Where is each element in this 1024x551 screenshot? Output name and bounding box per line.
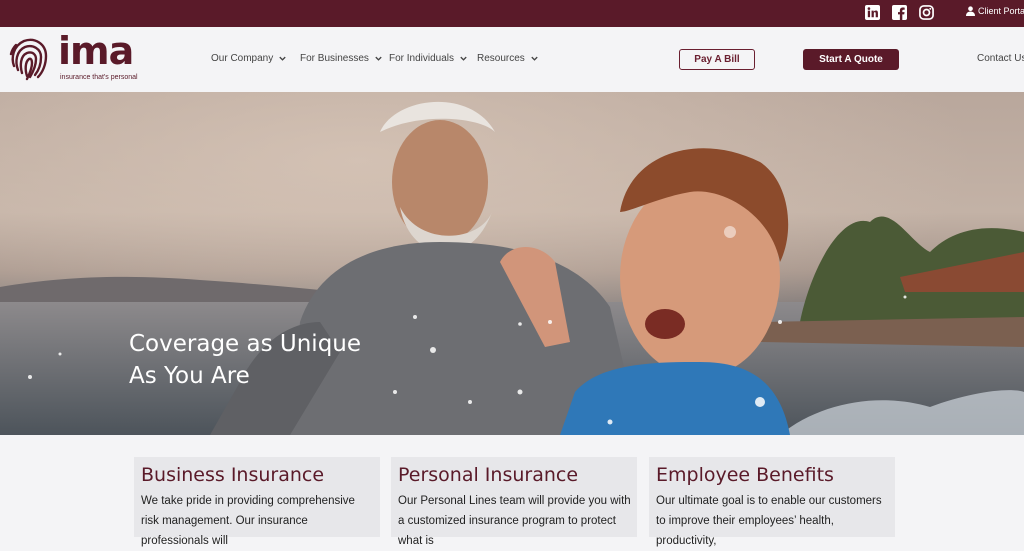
nav-for-individuals[interactable]: For Individuals [389, 53, 468, 64]
client-portal-label: Client Portal [978, 6, 1024, 16]
instagram-icon[interactable] [918, 4, 934, 20]
business-insurance-card[interactable]: Business Insurance We take pride in prov… [134, 457, 380, 547]
fingerprint-logo-icon[interactable] [8, 36, 50, 82]
client-portal-link[interactable]: Client Portal [966, 6, 1024, 16]
nav-label: Resources [477, 53, 525, 64]
top-bar: Client Portal [0, 0, 1024, 27]
hero-title-line-1: Coverage as Unique [129, 331, 362, 357]
card-text: Our Personal Lines team will provide you… [398, 495, 631, 547]
employee-benefits-card[interactable]: Employee Benefits Our ultimate goal is t… [649, 457, 895, 547]
facebook-icon[interactable] [891, 4, 907, 20]
linkedin-icon[interactable] [864, 4, 880, 20]
hero-title: Coverage as Unique As You Are [129, 328, 459, 392]
card-text: Our ultimate goal is to enable our custo… [656, 495, 882, 547]
start-a-quote-button[interactable]: Start A Quote [803, 49, 899, 70]
chevron-down-icon [531, 56, 538, 61]
card-text: We take pride in providing comprehensive… [141, 495, 355, 547]
chevron-down-icon [279, 56, 286, 61]
card-title: Employee Benefits [656, 464, 834, 486]
hero-title-line-2: As You Are [129, 363, 250, 389]
contact-us-link[interactable]: Contact Us [977, 53, 1024, 64]
chevron-down-icon [460, 56, 467, 61]
personal-insurance-card[interactable]: Personal Insurance Our Personal Lines te… [391, 457, 637, 547]
nav-label: For Individuals [389, 53, 455, 64]
logo-wordmark[interactable]: ima [58, 28, 134, 74]
nav-our-company[interactable]: Our Company [211, 53, 287, 64]
nav-resources[interactable]: Resources [477, 53, 539, 64]
card-title: Personal Insurance [398, 464, 579, 486]
hero-banner: Coverage as Unique As You Are [0, 92, 1024, 435]
card-title: Business Insurance [141, 464, 325, 486]
nav-for-businesses[interactable]: For Businesses [300, 53, 383, 64]
chevron-down-icon [375, 56, 382, 61]
nav-label: For Businesses [300, 53, 369, 64]
pay-a-bill-button[interactable]: Pay A Bill [679, 49, 755, 70]
logo-tagline: insurance that's personal [60, 74, 138, 81]
user-icon [966, 6, 975, 16]
nav-label: Our Company [211, 53, 274, 64]
